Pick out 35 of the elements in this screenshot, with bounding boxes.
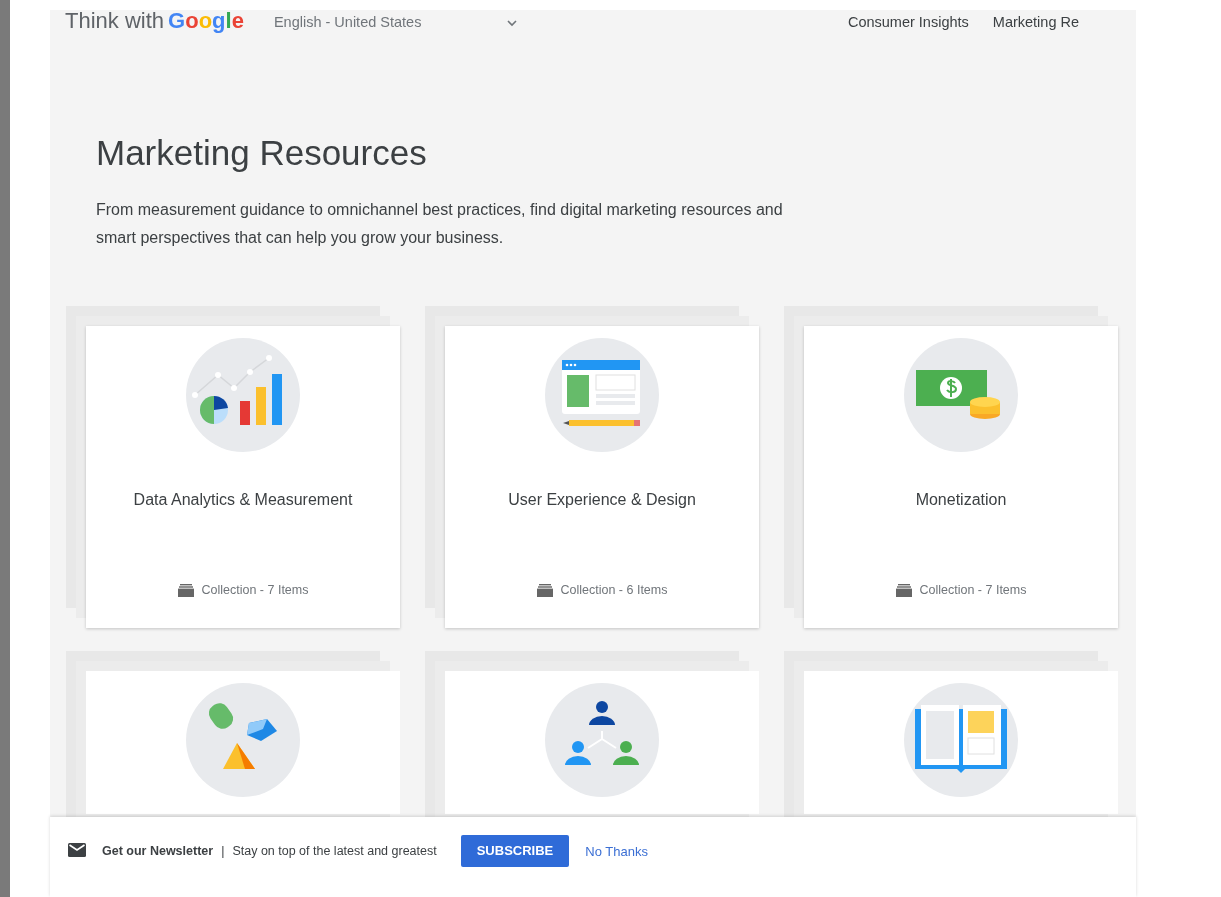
language-selector[interactable]: English - United States — [273, 12, 506, 34]
page-title: Marketing Resources — [96, 132, 428, 174]
folder-stack-icon — [177, 584, 194, 598]
chevron-down-icon[interactable] — [505, 19, 518, 27]
collection-count: Collection - 7 Items — [201, 582, 309, 600]
collection-card[interactable]: User Experience & Design Collection - 6 Items — [445, 326, 759, 628]
illustration-icon — [183, 338, 303, 452]
collection-count: Collection - 6 Items — [560, 582, 668, 600]
card-title: Monetization — [915, 490, 1007, 510]
illustration-icon — [542, 338, 662, 452]
illustration-icon — [183, 683, 303, 797]
page-description: From measurement guidance to omnichannel best practices, find digital marketing resources and smart perspectives that can help you grow your business. — [96, 200, 784, 248]
newsletter-text: Stay on top of the latest and greatest — [232, 843, 437, 860]
illustration-icon — [901, 338, 1021, 452]
card-title: User Experience & Design — [508, 490, 696, 510]
separator: | — [221, 843, 225, 860]
collection-card[interactable] — [445, 671, 759, 814]
folder-stack-icon — [895, 584, 912, 598]
illustration-icon — [542, 683, 662, 797]
collection-card[interactable] — [86, 671, 400, 814]
mail-icon — [68, 843, 86, 857]
subscribe-button[interactable]: SUBSCRIBE — [460, 835, 570, 867]
collection-card[interactable]: Data Analytics & Measurement Collection - 7 Items — [86, 326, 400, 628]
google-wordmark[interactable]: Google — [168, 10, 244, 32]
nav-link[interactable]: Consumer Insights — [847, 12, 969, 34]
nav-link[interactable]: Marketing Re — [992, 12, 1080, 34]
collection-card[interactable] — [804, 671, 1118, 814]
collection-card[interactable]: Monetization Collection - 7 Items — [804, 326, 1118, 628]
card-title: Data Analytics & Measurement — [133, 490, 353, 510]
newsletter-title: Get our Newsletter — [102, 843, 214, 860]
logo-text[interactable]: Think with — [65, 10, 165, 32]
illustration-icon — [901, 683, 1021, 797]
collection-count: Collection - 7 Items — [919, 582, 1027, 600]
no-thanks-link[interactable]: No Thanks — [585, 842, 648, 862]
folder-stack-icon — [536, 584, 553, 598]
